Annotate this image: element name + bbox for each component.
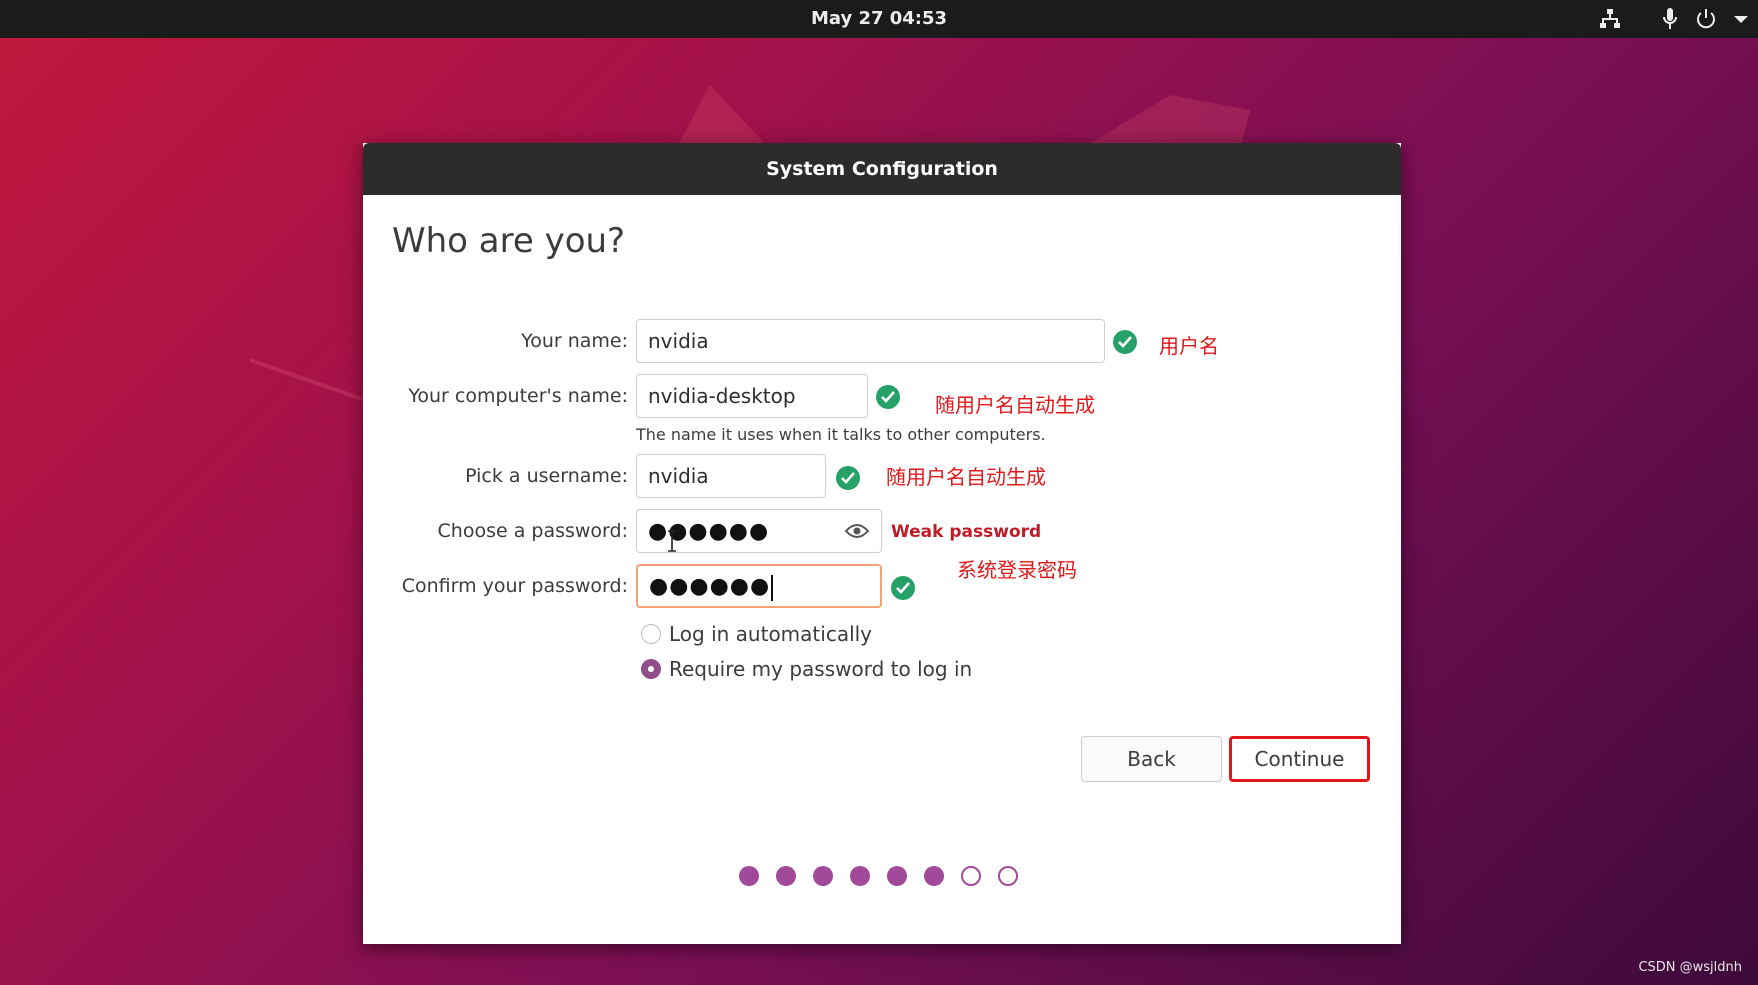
progress-dot <box>850 866 870 886</box>
show-password-eye-icon[interactable] <box>844 523 870 543</box>
computer-name-field[interactable]: nvidia-desktop <box>636 374 868 418</box>
require-password-option[interactable]: Require my password to log in <box>641 657 972 681</box>
username-annotation: 随用户名自动生成 <box>886 465 1046 489</box>
progress-dot <box>887 866 907 886</box>
username-field[interactable]: nvidia <box>636 454 826 498</box>
dialog-title: System Configuration <box>363 143 1401 195</box>
computer-name-valid-check-icon <box>876 385 900 409</box>
step-progress <box>739 866 1018 886</box>
confirm-password-valid-check-icon <box>891 576 915 600</box>
page-title: Who are you? <box>392 221 626 261</box>
system-tray[interactable] <box>1598 0 1748 38</box>
power-icon[interactable] <box>1696 8 1716 30</box>
require-password-label[interactable]: Require my password to log in <box>669 657 972 681</box>
progress-dot <box>961 866 981 886</box>
progress-dot <box>813 866 833 886</box>
text-cursor-icon <box>667 530 677 556</box>
progress-dot <box>924 866 944 886</box>
watermark: CSDN @wsjldnh <box>1638 960 1742 975</box>
password-label: Choose a password: <box>437 520 628 542</box>
confirm-password-label: Confirm your password: <box>401 575 628 597</box>
password-strength: Weak password <box>891 522 1042 542</box>
name-annotation: 用户名 <box>1159 334 1219 358</box>
system-configuration-dialog: System Configuration Who are you? Your n… <box>363 143 1401 944</box>
progress-dot <box>739 866 759 886</box>
login-auto-radio[interactable] <box>641 624 661 644</box>
wallpaper-line <box>250 358 366 402</box>
name-valid-check-icon <box>1113 330 1137 354</box>
chevron-down-icon[interactable] <box>1734 14 1748 24</box>
confirm-password-value: ●●●●●● <box>649 574 771 599</box>
network-icon[interactable] <box>1598 8 1622 30</box>
continue-button[interactable]: Continue <box>1229 736 1370 782</box>
computer-name-label: Your computer's name: <box>408 385 628 407</box>
back-button[interactable]: Back <box>1081 736 1222 782</box>
computer-name-hint: The name it uses when it talks to other … <box>636 425 1046 444</box>
text-caret <box>771 574 774 601</box>
require-password-radio[interactable] <box>641 659 661 679</box>
clock[interactable]: May 27 04:53 <box>0 0 1758 38</box>
name-label: Your name: <box>521 330 628 352</box>
login-auto-label[interactable]: Log in automatically <box>669 622 872 646</box>
name-field[interactable]: nvidia <box>636 319 1105 363</box>
progress-dot <box>776 866 796 886</box>
microphone-icon[interactable] <box>1662 7 1678 31</box>
username-label: Pick a username: <box>465 465 628 487</box>
username-valid-check-icon <box>836 466 860 490</box>
top-bar: May 27 04:53 <box>0 0 1758 38</box>
progress-dot <box>998 866 1018 886</box>
computer-name-annotation: 随用户名自动生成 <box>935 393 1095 417</box>
login-auto-option[interactable]: Log in automatically <box>641 622 872 646</box>
password-annotation: 系统登录密码 <box>957 558 1077 582</box>
confirm-password-field[interactable]: ●●●●●● <box>636 564 882 608</box>
